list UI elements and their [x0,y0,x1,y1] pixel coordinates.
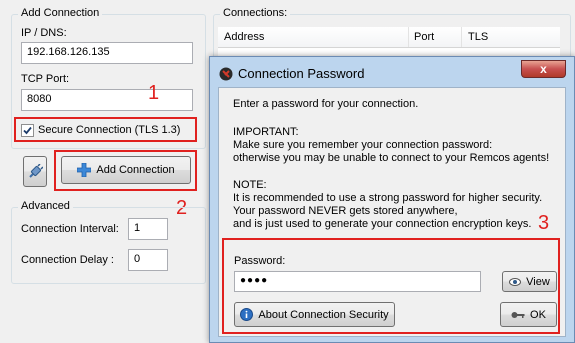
intro-text: Enter a password for your connection. [233,98,419,110]
highlight-box-2 [54,150,197,191]
column-separator [461,27,462,47]
close-button[interactable]: x [521,60,566,78]
annotation-1: 1 [148,82,160,104]
highlight-box-3 [222,238,560,334]
delay-label: Connection Delay : [21,254,114,266]
advanced-group: Advanced [11,200,206,284]
column-port[interactable]: Port [414,31,434,43]
important-heading: IMPORTANT: [233,126,299,138]
ip-input[interactable]: 192.168.126.135 [21,42,193,64]
add-connection-title: Add Connection [18,7,103,19]
interval-input[interactable]: 1 [128,218,168,240]
highlight-box-1 [14,117,197,142]
advanced-title: Advanced [18,200,73,212]
port-input[interactable]: 8080 [21,89,193,111]
annotation-3: 3 [538,212,550,234]
plug-icon [29,163,43,178]
port-label: TCP Port: [21,73,70,85]
ip-label: IP / DNS: [21,27,67,39]
note-line-1: It is recommended to use a strong passwo… [233,192,543,204]
connections-title: Connections: [220,7,291,19]
plugin-button[interactable] [23,156,47,187]
column-tls[interactable]: TLS [468,31,488,43]
note-heading: NOTE: [233,179,267,191]
important-line-2: otherwise you may be unable to connect t… [233,152,550,164]
note-line-3: and is just used to generate your connec… [233,218,532,230]
note-line-2: Your password NEVER gets stored anywhere… [233,205,458,217]
delay-input[interactable]: 0 [128,249,168,271]
interval-label: Connection Interval: [21,223,119,235]
dialog-title: Connection Password [238,66,365,81]
column-separator [408,27,409,47]
connections-table-header: Address Port TLS [218,27,560,48]
important-line-1: Make sure you remember your connection p… [233,139,493,151]
app-logo-icon [219,67,233,81]
column-address[interactable]: Address [224,31,264,43]
